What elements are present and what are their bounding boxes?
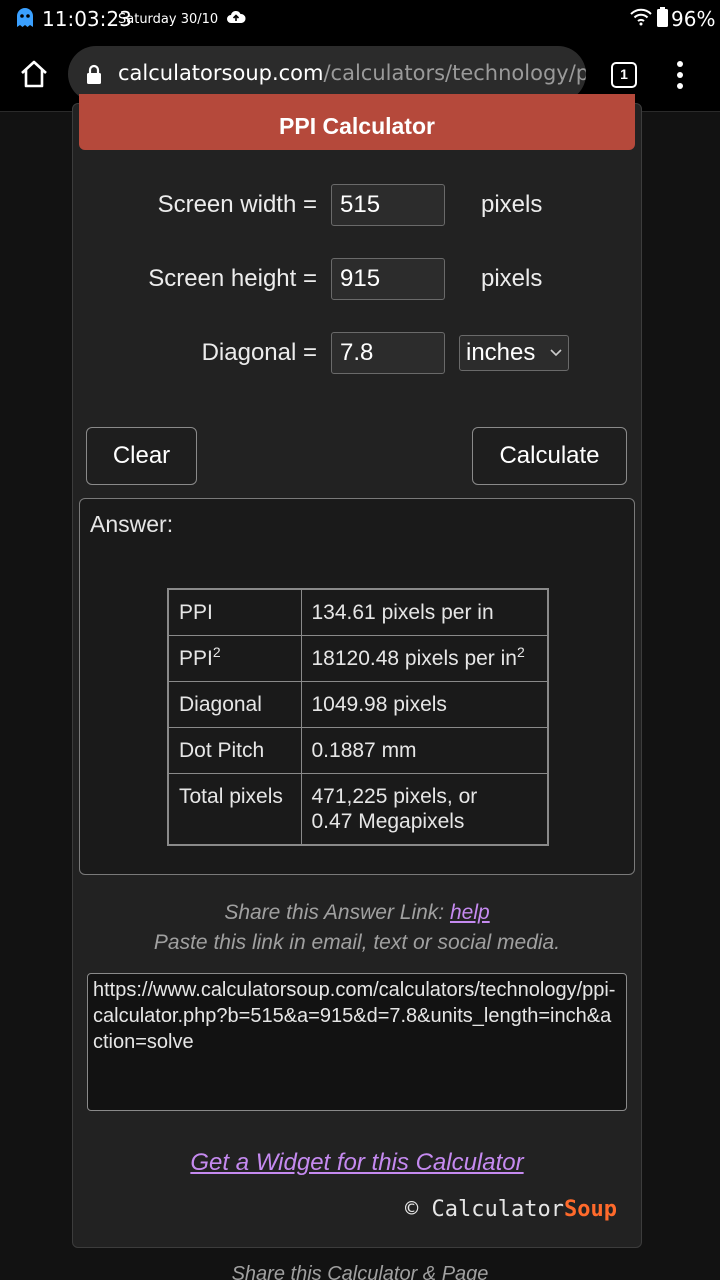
screen-width-label: Screen width = [157, 191, 317, 218]
row-value: 1049.98 pixels [300, 681, 549, 728]
table-row: PPI 134.61 pixels per in [167, 588, 549, 636]
url-text: calculatorsoup.com/calculators/technolog… [118, 61, 586, 85]
row-key: PPI [167, 588, 302, 636]
calculator-title: PPI Calculator [79, 94, 635, 150]
table-row: PPI2 18120.48 pixels per in2 [167, 635, 549, 682]
brand-part-b: Soup [563, 1197, 617, 1222]
table-row: Total pixels 471,225 pixels, or 0.47 Mega… [167, 773, 549, 846]
answer-label: Answer: [90, 511, 174, 537]
date: Saturday 30/10 [118, 12, 219, 27]
brand-part-a: Calculator [431, 1197, 564, 1222]
superscript: 2 [516, 644, 525, 660]
chevron-down-icon [550, 349, 562, 357]
clear-button[interactable]: Clear [86, 427, 197, 485]
tab-switcher-button[interactable]: 1 [611, 62, 637, 88]
lock-icon [87, 64, 101, 84]
row-key-text: PPI [179, 647, 213, 670]
diagonal-label: Diagonal = [201, 339, 317, 366]
row-value-line: 471,225 pixels, or [311, 785, 478, 808]
diagonal-unit-value: inches [466, 339, 536, 366]
battery-icon [657, 7, 668, 27]
calculate-button[interactable]: Calculate [472, 427, 627, 485]
share-calculator-heading: Share this Calculator & Page [231, 1263, 489, 1280]
share-instructions: Paste this link in email, text or social… [153, 931, 561, 954]
screen-height-unit: pixels [481, 265, 543, 292]
row-value-text: 18120.48 pixels per in [311, 647, 517, 670]
url-host: calculatorsoup.com [118, 61, 324, 85]
screen-width-unit: pixels [481, 191, 543, 218]
ghost-app-icon [17, 8, 33, 27]
row-key: Diagonal [167, 681, 302, 728]
battery-percent: 96% [671, 7, 716, 31]
web-page: PPI Calculator Screen width = pixels Scr… [0, 94, 720, 1280]
url-path: /calculators/technology/ppi- [323, 61, 586, 85]
row-value: 0.1887 mm [300, 727, 549, 774]
row-key: PPI2 [167, 635, 302, 682]
brand-logo[interactable]: © CalculatorSoup [405, 1197, 617, 1222]
row-value: 134.61 pixels per in [300, 588, 549, 636]
calculator-card: PPI Calculator Screen width = pixels Scr… [72, 94, 642, 1248]
widget-link[interactable]: Get a Widget for this Calculator [73, 1149, 641, 1177]
help-link[interactable]: help [450, 901, 490, 924]
row-value: 18120.48 pixels per in2 [300, 635, 549, 682]
share-link-textarea[interactable]: https://www.calculatorsoup.com/calculato… [87, 973, 627, 1111]
wifi-icon [630, 8, 652, 26]
row-value-line: 0.47 Megapixels [311, 810, 465, 833]
copyright-symbol: © [405, 1197, 419, 1222]
screen-height-input[interactable] [331, 258, 445, 300]
home-icon[interactable] [18, 58, 50, 90]
row-key: Total pixels [167, 773, 302, 846]
screen-width-input[interactable] [331, 184, 445, 226]
row-key: Dot Pitch [167, 727, 302, 774]
table-row: Diagonal 1049.98 pixels [167, 681, 549, 728]
results-table: PPI 134.61 pixels per in PPI2 18120.48 p… [167, 588, 549, 846]
more-vert-icon[interactable] [668, 58, 692, 92]
table-row: Dot Pitch 0.1887 mm [167, 727, 549, 774]
row-value: 471,225 pixels, or 0.47 Megapixels [300, 773, 549, 846]
superscript: 2 [212, 644, 221, 660]
diagonal-input[interactable] [331, 332, 445, 374]
status-bar: 11:03:23 Saturday 30/10 96% [0, 0, 720, 38]
screen-height-label: Screen height = [148, 265, 317, 292]
share-text: Share this Answer Link: [224, 901, 445, 924]
diagonal-unit-select[interactable]: inches [459, 335, 569, 371]
share-line: Share this Answer Link: help [73, 901, 641, 925]
answer-box: Answer: PPI 134.61 pixels per in PPI2 18… [79, 498, 635, 875]
cloud-upload-icon [227, 10, 246, 23]
